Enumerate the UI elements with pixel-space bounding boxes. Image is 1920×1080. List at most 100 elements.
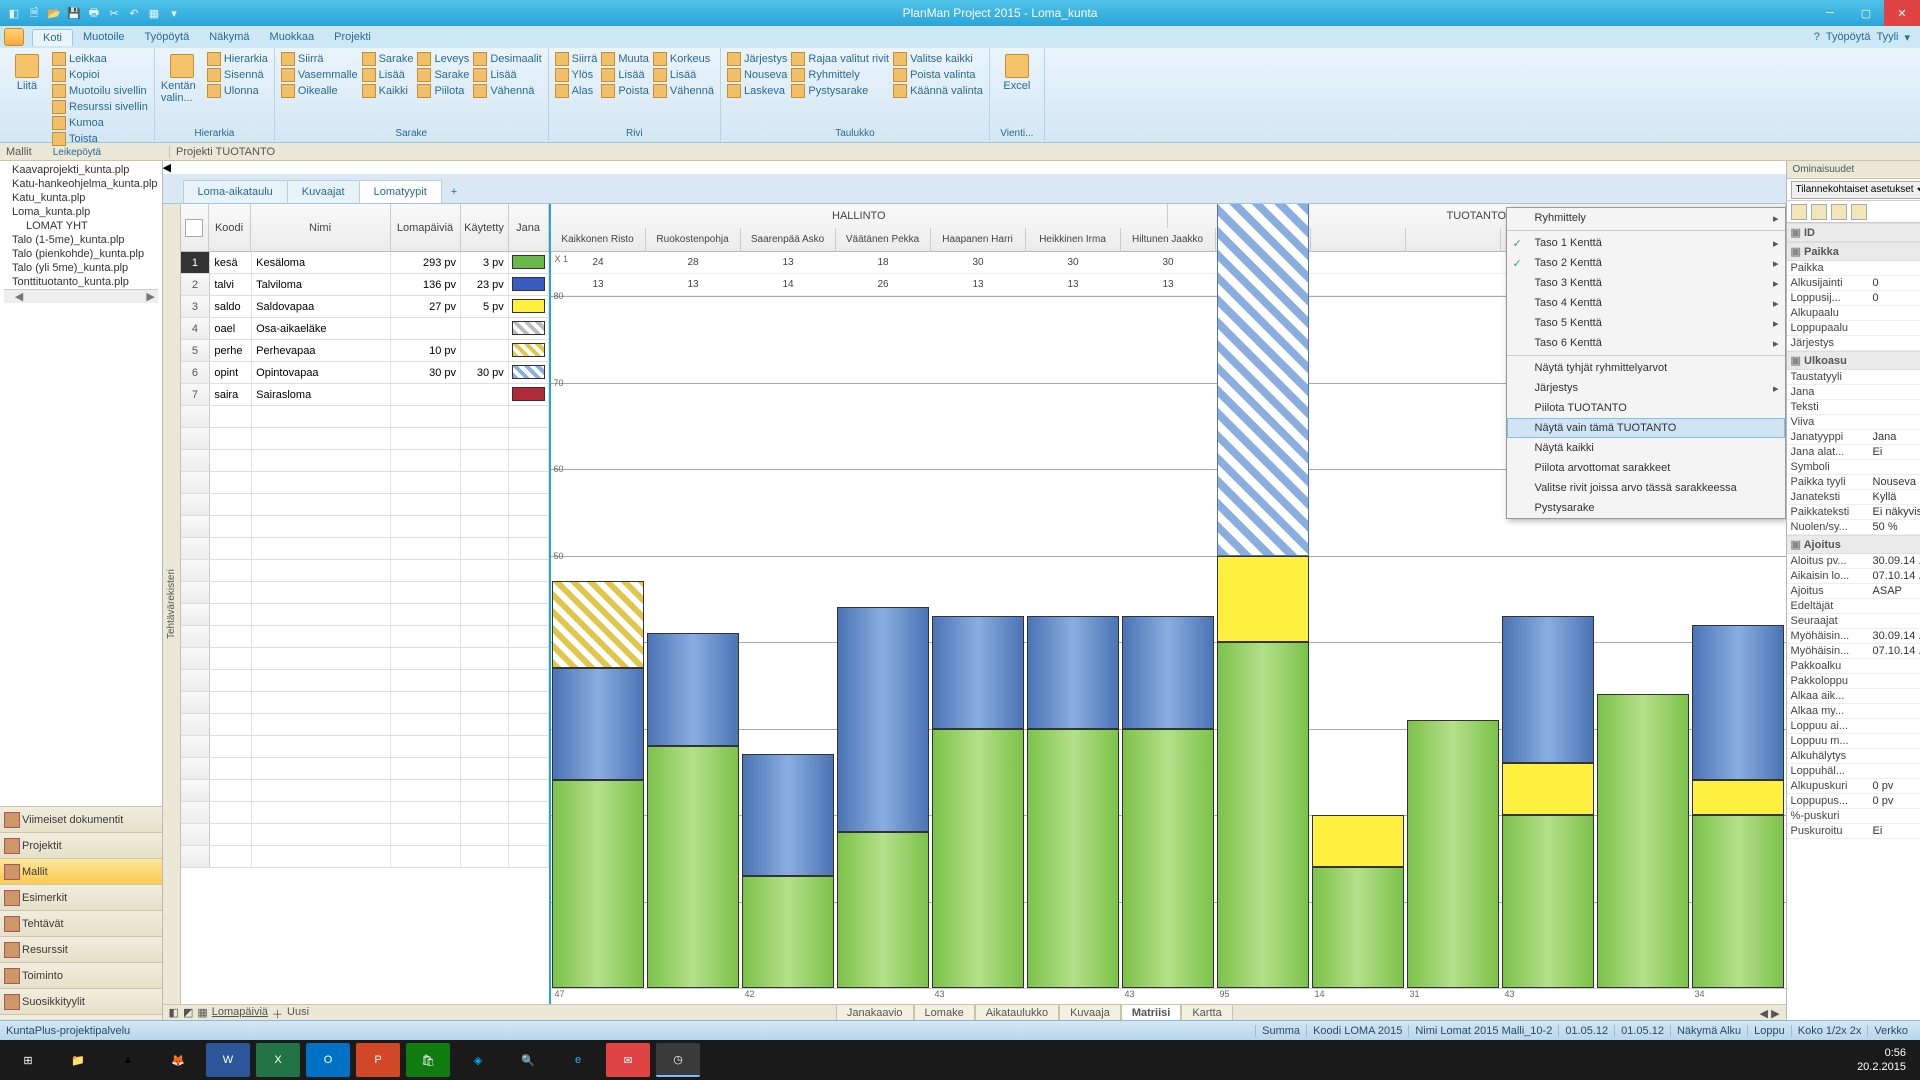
qat-undo-icon[interactable]: ↶ [126, 5, 142, 21]
prop-row[interactable]: Järjestys [1787, 336, 1920, 351]
table-row[interactable] [181, 604, 549, 626]
prop-row[interactable]: Paikka tyyliNouseva ... [1787, 475, 1920, 490]
nav-esimerkit[interactable]: Esimerkit [0, 884, 162, 910]
ribbon-kopioi[interactable]: Kopioi [52, 68, 148, 82]
table-row[interactable] [181, 626, 549, 648]
context-menu-item[interactable]: Pystysarake [1507, 498, 1785, 518]
prop-row[interactable]: Loppuu ai... [1787, 719, 1920, 734]
properties-selector[interactable]: Tilannekohtaiset asetukset [1787, 179, 1920, 201]
prop-row[interactable]: Alkuhälytys [1787, 749, 1920, 764]
prop-row[interactable]: Alkusijainti0 [1787, 276, 1920, 291]
table-row[interactable] [181, 428, 549, 450]
ribbon-käännä-valinta[interactable]: Käännä valinta [893, 84, 983, 98]
prop-row[interactable]: Aloitus pv...30.09.14 ... [1787, 554, 1920, 569]
ribbon-leikkaa[interactable]: Leikkaa [52, 52, 148, 66]
table-row[interactable] [181, 670, 549, 692]
foot-nav[interactable]: ◀ ▶ [1754, 1007, 1786, 1020]
table-row[interactable]: 4oaelOsa-aikaeläke [181, 318, 549, 340]
ribbon-nouseva[interactable]: Nouseva [727, 68, 787, 82]
chart-area[interactable]: HALLINTOTUOTANTO Kaikkonen RistoRuokoste… [551, 204, 1786, 1004]
prop-row[interactable]: Myöhäisin...30.09.14 ... [1787, 629, 1920, 644]
table-row[interactable] [181, 692, 549, 714]
menu-right-2[interactable]: Tyyli [1876, 31, 1898, 43]
table-row[interactable] [181, 560, 549, 582]
table-row[interactable]: 7sairaSairasloma [181, 384, 549, 406]
context-menu-item[interactable]: Ryhmittely [1507, 208, 1785, 228]
qat-icon[interactable]: ◧ [6, 5, 22, 21]
ribbon-lisää[interactable]: Lisää [362, 68, 414, 82]
ribbon-sarake[interactable]: Sarake [362, 52, 414, 66]
nav-viimeiset dokumentit[interactable]: Viimeiset dokumentit [0, 806, 162, 832]
ribbon-poista-valinta[interactable]: Poista valinta [893, 68, 983, 82]
menu-tab-koti[interactable]: Koti [32, 29, 73, 46]
grid-col-header[interactable]: Koodi [209, 204, 251, 251]
task-grid[interactable]: KoodiNimiLomapäiviäKäytettyJana 1kesäKes… [181, 204, 551, 1004]
table-row[interactable]: 1kesäKesäloma293 pv3 pv [181, 252, 549, 274]
prop-category[interactable]: Ajoitus [1787, 535, 1920, 554]
ribbon-laskeva[interactable]: Laskeva [727, 84, 787, 98]
context-menu-item[interactable]: Taso 4 Kenttä [1507, 293, 1785, 313]
grid-col-header[interactable]: Jana [509, 204, 549, 251]
chart-category[interactable]: Kaikkonen Risto [551, 228, 646, 252]
ribbon-kaikki[interactable]: Kaikki [362, 84, 414, 98]
doc-tab[interactable]: Loma-aikataulu [183, 180, 288, 203]
ribbon-rajaa-valitut-rivit[interactable]: Rajaa valitut rivit [791, 52, 889, 66]
menu-tab-työpöytä[interactable]: Työpöytä [135, 29, 200, 46]
context-menu-item[interactable]: Piilota TUOTANTO [1507, 398, 1785, 418]
ribbon-muuta[interactable]: Muuta [601, 52, 649, 66]
doc-tab[interactable]: Kuvaajat [287, 180, 360, 203]
context-menu-item[interactable]: Taso 1 Kenttä [1507, 233, 1785, 253]
tree-item[interactable]: Talo (pienkohde)_kunta.plp [4, 247, 158, 261]
prop-tool-icon[interactable] [1811, 204, 1827, 220]
maximize-button[interactable]: ▢ [1848, 0, 1884, 26]
prop-row[interactable]: PaikkatekstiEi näkyvis... [1787, 505, 1920, 520]
table-row[interactable] [181, 846, 549, 868]
tree-item[interactable]: LOMAT YHT [4, 219, 158, 233]
ribbon-desimaalit[interactable]: Desimaalit [473, 52, 541, 66]
prop-row[interactable]: Loppupus...0 pv [1787, 794, 1920, 809]
firefox-icon[interactable]: 🦊 [156, 1043, 200, 1077]
word-icon[interactable]: W [206, 1043, 250, 1077]
grid-col-header[interactable]: Lomapäiviä [391, 204, 461, 251]
qat-save-icon[interactable]: 💾 [66, 5, 82, 21]
ie-icon[interactable]: e [556, 1043, 600, 1077]
qat-cut-icon[interactable]: ✂ [106, 5, 122, 21]
table-row[interactable]: 5perhePerhevapaa10 pv [181, 340, 549, 362]
ribbon-poista[interactable]: Poista [601, 84, 649, 98]
nav-projektit[interactable]: Projektit [0, 832, 162, 858]
prop-row[interactable]: Pakkoloppu [1787, 674, 1920, 689]
ribbon-alas[interactable]: Alas [555, 84, 598, 98]
prop-row[interactable]: Paikka [1787, 261, 1920, 276]
search-icon[interactable]: 🔍 [506, 1043, 550, 1077]
prop-row[interactable]: Jana [1787, 385, 1920, 400]
ribbon-vähennä[interactable]: Vähennä [473, 84, 541, 98]
ribbon-sarake[interactable]: Sarake [417, 68, 469, 82]
ribbon-leveys[interactable]: Leveys [417, 52, 469, 66]
table-row[interactable] [181, 494, 549, 516]
table-row[interactable] [181, 824, 549, 846]
powerpoint-icon[interactable]: P [356, 1043, 400, 1077]
prop-row[interactable]: PuskuroituEi [1787, 824, 1920, 839]
context-menu[interactable]: Ryhmittely Taso 1 KenttäTaso 2 Kenttä Taso… [1506, 207, 1786, 519]
ribbon-vasemmalle[interactable]: Vasemmalle [281, 68, 358, 82]
nav-toiminto[interactable]: Toiminto [0, 962, 162, 988]
tree-item[interactable]: Katu-hankeohjelma_kunta.plp [4, 177, 158, 191]
ribbon-piilota[interactable]: Piilota [417, 84, 469, 98]
ribbon-järjestys[interactable]: Järjestys [727, 52, 787, 66]
prop-row[interactable]: Myöhäisin...07.10.14 ... [1787, 644, 1920, 659]
table-row[interactable] [181, 802, 549, 824]
menu-tab-näkymä[interactable]: Näkymä [199, 29, 259, 46]
context-menu-item[interactable]: Järjestys [1507, 378, 1785, 398]
prop-row[interactable]: Alkupaalu [1787, 306, 1920, 321]
ribbon-valitse-kaikki[interactable]: Valitse kaikki [893, 52, 983, 66]
prop-category[interactable]: Ulkoasu [1787, 351, 1920, 370]
context-menu-item[interactable]: Taso 2 Kenttä [1507, 253, 1785, 273]
table-row[interactable] [181, 780, 549, 802]
grid-col-header[interactable]: Käytetty [461, 204, 509, 251]
context-menu-item[interactable]: Taso 5 Kenttä [1507, 313, 1785, 333]
ribbon-hierarkia[interactable]: Hierarkia [207, 52, 268, 66]
chart-category[interactable]: Ruokostenpohja Eero [646, 228, 741, 252]
prop-category[interactable]: Paikka [1787, 242, 1920, 261]
prop-row[interactable]: Aikaisin lo...07.10.14 ... [1787, 569, 1920, 584]
prop-row[interactable]: Teksti [1787, 400, 1920, 415]
